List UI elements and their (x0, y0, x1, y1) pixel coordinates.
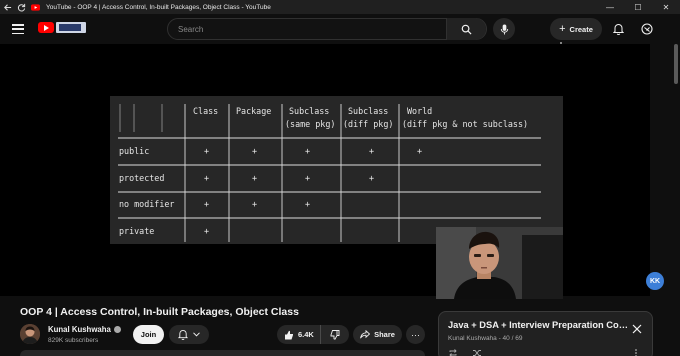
more-horizontal-icon: ··· (411, 329, 420, 340)
mark-private-class: + (204, 226, 210, 236)
thumbs-up-icon (285, 330, 293, 339)
header-subclass-diff-note: (diff pkg) (343, 119, 394, 129)
window-title: YouTube - OOP 4 | Access Control, In-bui… (46, 3, 271, 11)
playlist-subtitle: Kunal Kushwaha - 40 / 69 (448, 335, 523, 342)
share-arrow-icon (360, 330, 371, 339)
verified-check-icon (113, 326, 121, 333)
close-icon (632, 324, 642, 334)
header-world: World (407, 106, 433, 116)
search-input[interactable] (178, 19, 448, 39)
thumbs-down-icon (330, 329, 340, 340)
header-subclass-diff: Subclass (348, 106, 389, 116)
page-scrollbar[interactable] (674, 44, 678, 84)
mark-protected-subclass-diff: + (369, 173, 375, 183)
mark-no-modifier-package: + (252, 199, 258, 209)
row-label-no-modifier: no modifier (119, 199, 175, 209)
subscriber-count: 829K subscribers (48, 337, 99, 344)
header-subclass-same: Subclass (289, 106, 330, 116)
maximize-button[interactable]: ☐ (624, 0, 652, 14)
access-table-slide: Class Package Subclass Subclass World (s… (110, 96, 563, 244)
presenter-webcam (436, 227, 563, 299)
mark-protected-class: + (204, 173, 210, 183)
menu-icon[interactable] (11, 22, 25, 36)
header-subclass-same-note: (same pkg) (285, 119, 336, 129)
header-world-note: (diff pkg & not subclass) (402, 119, 529, 129)
account-icon (641, 23, 653, 35)
kk-channel-badge[interactable]: KK (646, 272, 664, 290)
mark-public-class: + (204, 146, 210, 156)
share-button[interactable]: Share (353, 325, 402, 344)
notifications-button[interactable] (609, 20, 627, 38)
youtube-favicon-icon (28, 0, 42, 14)
more-actions-button[interactable]: ··· (406, 325, 425, 344)
bell-icon (612, 24, 624, 35)
search-box (167, 18, 487, 40)
subscribed-notifications-button[interactable] (169, 325, 209, 344)
bell-icon (178, 330, 188, 340)
video-title: OOP 4 | Access Control, In-built Package… (20, 306, 299, 318)
search-icon (461, 24, 472, 35)
row-label-public: public (119, 146, 150, 156)
like-button[interactable]: 6.4K (277, 325, 321, 344)
account-button[interactable] (638, 20, 656, 38)
window-titlebar: YouTube - OOP 4 | Access Control, In-bui… (0, 0, 680, 14)
playlist-panel: Java + DSA + Interview Preparation Cours… (438, 311, 653, 356)
playlist-title[interactable]: Java + DSA + Interview Preparation Cours… (448, 320, 628, 330)
channel-name[interactable]: Kunal Kushwaha (48, 325, 111, 334)
like-count: 6.4K (298, 330, 314, 339)
header-package: Package (236, 106, 272, 116)
mark-protected-package: + (252, 173, 258, 183)
voice-search-button[interactable] (493, 18, 515, 40)
youtube-logo[interactable] (38, 22, 54, 33)
search-button[interactable] (446, 18, 486, 40)
loop-icon[interactable] (448, 348, 458, 356)
mark-public-subclass-same: + (305, 146, 311, 156)
logo-badge (56, 22, 86, 33)
playlist-close-button[interactable] (630, 322, 644, 336)
join-button[interactable]: Join (133, 325, 164, 344)
create-button[interactable]: + Create (550, 18, 602, 40)
dislike-button[interactable] (321, 329, 349, 340)
masthead: + Create (0, 14, 680, 44)
channel-name-row[interactable]: Kunal Kushwaha (48, 325, 121, 334)
mark-public-subclass-diff: + (369, 146, 375, 156)
channel-avatar[interactable] (20, 324, 40, 344)
close-window-button[interactable]: ✕ (652, 0, 680, 14)
mark-public-package: + (252, 146, 258, 156)
back-arrow-icon[interactable] (0, 0, 14, 14)
microphone-icon (500, 23, 508, 35)
mark-no-modifier-subclass-same: + (305, 199, 311, 209)
description-box[interactable] (20, 350, 425, 356)
row-label-private: private (119, 226, 155, 236)
mark-public-world: + (417, 146, 423, 156)
player-menu-dot (560, 42, 562, 44)
more-vertical-icon[interactable] (631, 348, 641, 356)
chevron-down-icon (193, 332, 200, 337)
shuffle-icon[interactable] (472, 348, 482, 356)
reload-icon[interactable] (14, 0, 28, 14)
plus-icon: + (559, 22, 566, 35)
create-label: Create (569, 24, 593, 34)
row-label-protected: protected (119, 173, 165, 183)
mark-protected-subclass-same: + (305, 173, 311, 183)
mark-no-modifier-class: + (204, 199, 210, 209)
header-class: Class (193, 106, 219, 116)
like-dislike-group: 6.4K (277, 325, 349, 344)
minimize-button[interactable]: — (596, 0, 624, 14)
share-label: Share (374, 330, 395, 339)
